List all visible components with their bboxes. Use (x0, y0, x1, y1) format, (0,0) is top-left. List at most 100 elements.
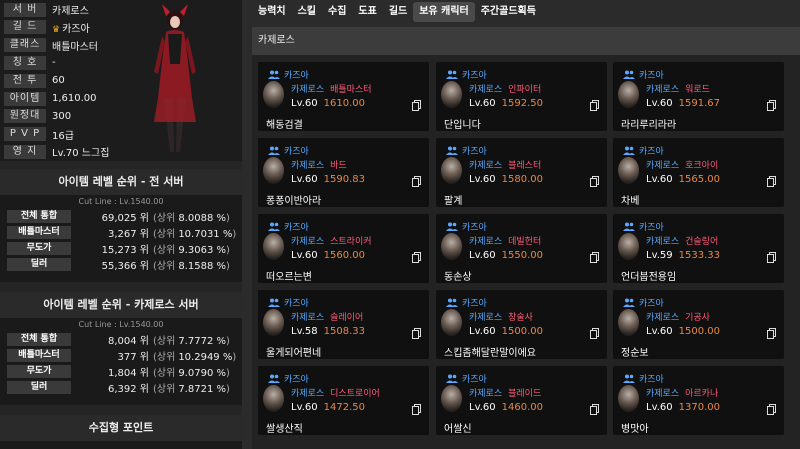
tab-item[interactable]: 스킬 (292, 2, 322, 22)
character-class: 블레이드 (508, 389, 542, 399)
guild-line: 카즈아 (446, 296, 487, 309)
level-line: Lv.60 1591.67 (646, 98, 720, 109)
character-item-level: 1610.00 (323, 98, 365, 109)
copy-icon[interactable] (767, 328, 776, 339)
character-name: 언더붑전용임 (621, 272, 677, 283)
ranking-percent: 8.0088 % (178, 212, 226, 224)
ranking-rank: 377 위 (117, 351, 149, 363)
server-class-line: 카제로스 바드 (291, 158, 347, 171)
server-class-line: 카제로스 기공사 (646, 310, 710, 323)
character-item-level: 1580.00 (501, 174, 543, 185)
copy-icon[interactable] (412, 252, 421, 263)
character-card[interactable]: 카즈아 카제로스 배틀마스터 Lv.60 1610.00 해동검결 (258, 62, 429, 131)
profile-label: 원정대 (4, 109, 46, 124)
character-card[interactable]: 카즈아 카제로스 호크아이 Lv.60 1565.00 차베 (613, 138, 784, 207)
character-card[interactable]: 카즈아 카제로스 데빌헌터 Lv.60 1550.00 동손상 (436, 214, 607, 283)
copy-icon[interactable] (590, 176, 599, 187)
tab-item[interactable]: 수집 (322, 2, 352, 22)
ranking-label: 배틀마스터 (7, 225, 71, 239)
character-server: 카제로스 (291, 85, 325, 95)
character-card[interactable]: 카즈아 카제로스 스트라이커 Lv.60 1560.00 떠오르는변 (258, 214, 429, 283)
character-card[interactable]: 카즈아 카제로스 워로드 Lv.60 1591.67 라리루리라라 (613, 62, 784, 131)
guild-members-icon (446, 70, 458, 79)
copy-icon[interactable] (412, 100, 421, 111)
character-item-level: 1533.33 (678, 250, 720, 261)
copy-icon[interactable] (767, 176, 776, 187)
profile-value: 60 (52, 75, 65, 87)
character-card[interactable]: 카즈아 카제로스 디스트로이어 Lv.60 1472.50 쌀생산직 (258, 366, 429, 435)
ranking-percent-wrap: (상위 7.7772 %) (149, 332, 242, 347)
tab-item[interactable]: 길드 (383, 2, 413, 22)
character-card[interactable]: 카즈아 카제로스 블레이드 Lv.60 1460.00 어쌀신 (436, 366, 607, 435)
ranking-prefix: (상위 (153, 367, 176, 379)
character-avatar (441, 157, 462, 184)
character-card[interactable]: 카즈아 카제로스 바드 Lv.60 1590.83 퐁퐁이반아라 (258, 138, 429, 207)
guild-members-icon (268, 298, 280, 307)
ranking-row: 배틀마스터 377 위 (상위 10.2949 %) (0, 348, 242, 363)
character-card[interactable]: 카즈아 카제로스 인파이터 Lv.60 1592.50 단입니다 (436, 62, 607, 131)
copy-icon[interactable] (590, 328, 599, 339)
copy-icon[interactable] (590, 100, 599, 111)
guild-line: 카즈아 (268, 296, 309, 309)
character-card[interactable]: 카즈아 카제로스 창술사 Lv.60 1500.00 스킵좀해달란말이에요 (436, 290, 607, 359)
character-card[interactable]: 카즈아 카제로스 기공사 Lv.60 1500.00 정순보 (613, 290, 784, 359)
character-class: 블레스터 (508, 161, 542, 171)
copy-icon[interactable] (767, 404, 776, 415)
character-level: Lv.60 (469, 402, 496, 413)
level-line: Lv.60 1370.00 (646, 402, 720, 413)
character-avatar (263, 157, 284, 184)
main-panel: 능력치 스킬 수집 도표 길드 보유 캐릭터 주간골드획득 카제로스 카즈아 카제로스 배틀마스… (252, 0, 800, 449)
character-server: 카제로스 (469, 161, 503, 171)
character-card[interactable]: 카즈아 카제로스 슬레이어 Lv.58 1508.33 울게되어편네 (258, 290, 429, 359)
character-name: 병맛아 (621, 424, 649, 435)
server-class-line: 카제로스 배틀마스터 (291, 82, 372, 95)
character-card[interactable]: 카즈아 카제로스 블레스터 Lv.60 1580.00 팔계 (436, 138, 607, 207)
copy-icon[interactable] (590, 404, 599, 415)
character-avatar (441, 385, 462, 412)
guild-line: 카즈아 (446, 372, 487, 385)
character-avatar (618, 81, 639, 108)
level-line: Lv.60 1610.00 (291, 98, 365, 109)
level-line: Lv.60 1500.00 (646, 326, 720, 337)
guild-line: 카즈아 (623, 296, 664, 309)
collect-points-section: 수집형 포인트 (0, 415, 242, 449)
guild-line: 카즈아 (268, 220, 309, 233)
character-avatar (263, 81, 284, 108)
guild-name: 카즈아 (284, 147, 309, 157)
guild-members-icon (446, 374, 458, 383)
ranking-percent: 10.7031 % (178, 228, 233, 240)
guild-members-icon (446, 298, 458, 307)
copy-icon[interactable] (767, 252, 776, 263)
ranking-server-section: 아이템 레벨 순위 - 카제로스 서버 Cut Line : Lv.1540.0… (0, 292, 242, 405)
character-name: 팔계 (444, 196, 463, 207)
copy-icon[interactable] (412, 328, 421, 339)
character-server: 카제로스 (646, 389, 680, 399)
server-class-line: 카제로스 슬레이어 (291, 310, 363, 323)
ranking-rank: 1,804 위 (107, 367, 149, 379)
character-card[interactable]: 카즈아 카제로스 건슬링어 Lv.59 1533.33 언더붑전용임 (613, 214, 784, 283)
collect-points-title: 수집형 포인트 (0, 415, 242, 441)
character-server: 카제로스 (469, 85, 503, 95)
character-server: 카제로스 (469, 389, 503, 399)
character-card[interactable]: 카즈아 카제로스 아르카나 Lv.60 1370.00 병맛아 (613, 366, 784, 435)
copy-icon[interactable] (767, 100, 776, 111)
tab-item[interactable]: 도표 (352, 2, 382, 22)
server-class-line: 카제로스 건슬링어 (646, 234, 718, 247)
ranking-label: 딜러 (7, 257, 71, 271)
tab-item[interactable]: 능력치 (252, 2, 292, 22)
level-line: Lv.60 1560.00 (291, 250, 365, 261)
copy-icon[interactable] (412, 176, 421, 187)
profile-value-wrap: 1,610.00 (52, 93, 97, 104)
copy-icon[interactable] (590, 252, 599, 263)
ranking-prefix: (상위 (153, 260, 176, 272)
ranking-suffix: ) (232, 351, 237, 363)
tab-item[interactable]: 주간골드획득 (475, 2, 542, 22)
profile-row: 아이템 1,610.00 (4, 91, 97, 106)
tab-item[interactable]: 보유 캐릭터 (413, 2, 475, 22)
character-level: Lv.60 (646, 98, 673, 109)
character-class: 배틀마스터 (330, 85, 372, 95)
character-grid: 카즈아 카제로스 배틀마스터 Lv.60 1610.00 해동검결 카즈아 카제로스 인파이터 L… (252, 55, 800, 449)
ranking-prefix: (상위 (153, 228, 176, 240)
profile-value-wrap: 300 (52, 111, 71, 122)
copy-icon[interactable] (412, 404, 421, 415)
